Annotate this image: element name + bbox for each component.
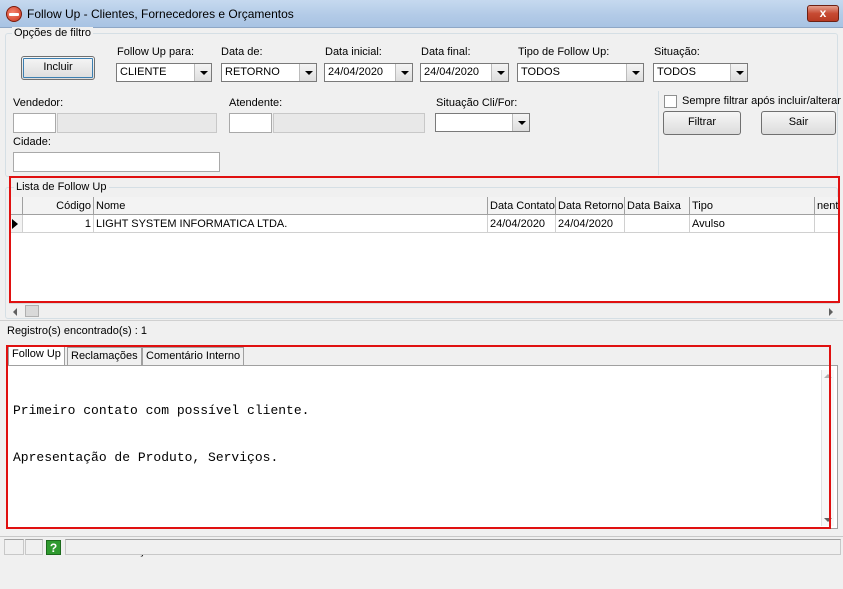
status-bar: ? — [0, 536, 843, 555]
records-found-label: Registro(s) encontrado(s) : 1 — [7, 325, 147, 337]
highlight-list — [9, 176, 840, 303]
grid-hscrollbar[interactable] — [9, 303, 839, 318]
always-filter-label: Sempre filtrar após incluir/alterar — [682, 95, 841, 107]
followup-type-label: Tipo de Follow Up: — [518, 46, 610, 58]
date-end-value: 24/04/2020 — [424, 66, 480, 78]
city-label: Cidade: — [13, 136, 51, 148]
followup-type-value: TODOS — [521, 66, 560, 78]
chevron-down-icon[interactable] — [491, 64, 508, 81]
followup-for-label: Follow Up para: — [117, 46, 195, 58]
situation-label: Situação: — [654, 46, 700, 58]
include-button[interactable]: Incluir — [21, 56, 95, 80]
filter-legend: Opções de filtro — [12, 27, 94, 39]
app-icon — [6, 6, 22, 22]
date-start-value: 24/04/2020 — [328, 66, 384, 78]
seller-code-input[interactable] — [13, 113, 56, 133]
chevron-down-icon[interactable] — [626, 64, 643, 81]
scroll-right-icon[interactable] — [829, 308, 833, 316]
client-status-select[interactable] — [435, 113, 530, 132]
attendant-name-field — [273, 113, 425, 133]
title-bar: Follow Up - Clientes, Fornecedores e Orç… — [0, 0, 843, 28]
date-of-label: Data de: — [221, 46, 263, 58]
date-start-label: Data inicial: — [325, 46, 382, 58]
city-input[interactable] — [13, 152, 220, 172]
chevron-down-icon[interactable] — [395, 64, 412, 81]
status-cell — [4, 539, 24, 555]
chevron-down-icon[interactable] — [299, 64, 316, 81]
followup-for-value: CLIENTE — [120, 66, 167, 78]
situation-select[interactable]: TODOS — [653, 63, 748, 82]
scroll-thumb[interactable] — [25, 305, 39, 317]
status-cell — [25, 539, 43, 555]
highlight-memo — [6, 345, 831, 529]
filter-button[interactable]: Filtrar — [663, 111, 741, 135]
situation-value: TODOS — [657, 66, 696, 78]
date-end-picker[interactable]: 24/04/2020 — [420, 63, 509, 82]
seller-label: Vendedor: — [13, 97, 64, 109]
close-button[interactable]: x — [807, 5, 839, 22]
date-start-picker[interactable]: 24/04/2020 — [324, 63, 413, 82]
exit-button[interactable]: Sair — [761, 111, 836, 135]
followup-type-select[interactable]: TODOS — [517, 63, 644, 82]
chevron-down-icon[interactable] — [512, 114, 529, 131]
always-filter-checkbox[interactable] — [664, 95, 677, 108]
scroll-left-icon[interactable] — [13, 308, 17, 316]
followup-for-select[interactable]: CLIENTE — [116, 63, 212, 82]
divider — [0, 320, 843, 321]
chevron-down-icon[interactable] — [194, 64, 211, 81]
chevron-down-icon[interactable] — [730, 64, 747, 81]
client-status-label: Situação Cli/For: — [436, 97, 518, 109]
date-of-select[interactable]: RETORNO — [221, 63, 317, 82]
date-end-label: Data final: — [421, 46, 471, 58]
seller-name-field — [57, 113, 217, 133]
date-of-value: RETORNO — [225, 66, 280, 78]
help-icon[interactable]: ? — [46, 540, 61, 555]
attendant-label: Atendente: — [229, 97, 283, 109]
window-title: Follow Up - Clientes, Fornecedores e Orç… — [27, 7, 294, 21]
attendant-code-input[interactable] — [229, 113, 272, 133]
panel-divider — [658, 91, 659, 175]
status-panel — [65, 539, 841, 555]
